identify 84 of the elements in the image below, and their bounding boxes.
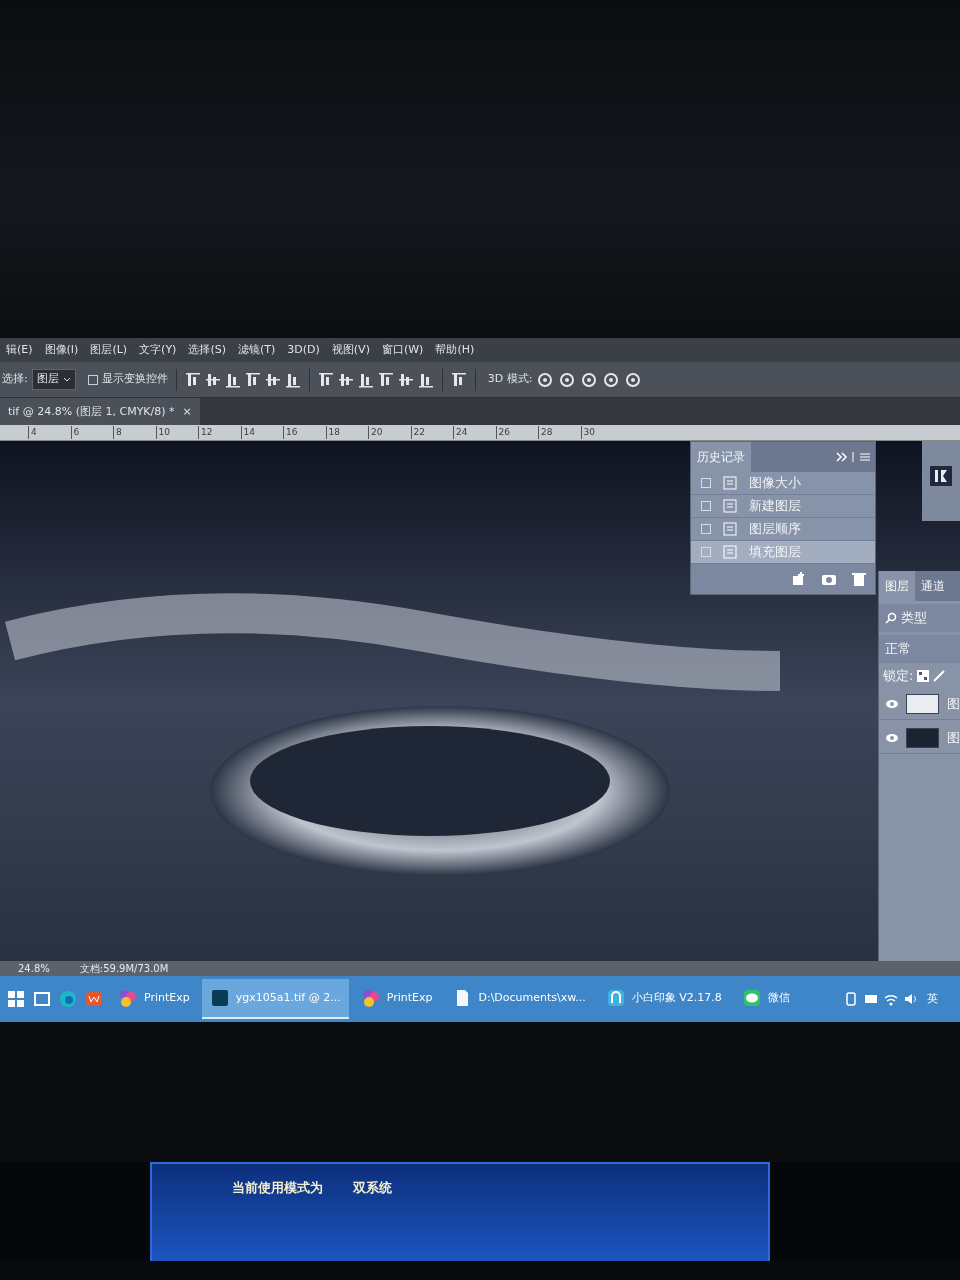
zoom-level: 24.8%: [18, 962, 50, 976]
close-icon[interactable]: ×: [182, 398, 192, 425]
ruler-label: 18: [325, 426, 340, 439]
taskbar-button[interactable]: 微信: [733, 979, 798, 1019]
menu-item[interactable]: 图层(L): [84, 338, 134, 362]
document-icon: [723, 522, 737, 536]
ruler-label: 4: [28, 426, 37, 439]
lock-pixels-icon[interactable]: [917, 669, 930, 682]
document-tab[interactable]: tif @ 24.8% (图层 1, CMYK/8) * ×: [0, 398, 200, 425]
align-icon[interactable]: [244, 371, 261, 388]
layer-dropdown[interactable]: 图层: [31, 369, 76, 390]
ruler-label: 12: [198, 426, 213, 439]
align-icon[interactable]: [204, 371, 221, 388]
menu-item[interactable]: 滤镜(T): [232, 338, 282, 362]
taskbar-button[interactable]: D:\Documents\xw...: [444, 979, 594, 1019]
menu-item[interactable]: 文字(Y): [133, 338, 183, 362]
caret-icon: [62, 376, 71, 383]
ruler-label: 6: [70, 426, 80, 439]
taskbar-button[interactable]: PrintExp: [110, 979, 198, 1019]
ruler-label: 8: [113, 426, 122, 439]
ruler-label: 28: [538, 426, 553, 439]
lock-label: 锁定:: [883, 667, 914, 685]
mode-value: 双系统: [353, 1179, 392, 1197]
eye-icon[interactable]: [885, 699, 899, 709]
ruler-label: 30: [580, 426, 595, 439]
ruler-label: 24: [453, 426, 468, 439]
input-language[interactable]: 英: [927, 990, 938, 1008]
ruler-label: 26: [495, 426, 510, 439]
ruler-label: 22: [410, 426, 425, 439]
chat-icon: [741, 988, 762, 1008]
blend-mode-dropdown[interactable]: 正常: [879, 635, 960, 663]
menu-item[interactable]: 选择(S): [182, 338, 232, 362]
colored-circles-icon: [360, 988, 381, 1008]
filter-dropdown[interactable]: 类型: [879, 604, 960, 632]
taskbar-button[interactable]: ygx105a1.tif @ 2...: [201, 979, 349, 1019]
new-snapshot-icon[interactable]: [791, 571, 807, 587]
history-item[interactable]: 图像大小: [691, 472, 875, 495]
menu-item[interactable]: 图像(I): [38, 338, 85, 362]
align-icon[interactable]: [417, 371, 434, 388]
align-icon[interactable]: [357, 371, 374, 388]
document-size: 文档:59.9M/73.0M: [79, 962, 169, 976]
menu-item[interactable]: 3D(D): [281, 338, 326, 362]
app-icon: [605, 988, 626, 1008]
layer-row[interactable]: 图: [879, 723, 960, 754]
mode-label: 3D 模式:: [487, 371, 533, 388]
eye-icon[interactable]: [885, 733, 899, 743]
ruler-label: 20: [368, 426, 383, 439]
usb-icon[interactable]: [843, 991, 859, 1007]
menu-item[interactable]: 辑(E): [0, 338, 39, 362]
checkbox-label: 显示变换控件: [101, 371, 168, 388]
align-icon[interactable]: [284, 371, 301, 388]
menu-item[interactable]: 视图(V): [325, 338, 376, 362]
taskbar-button[interactable]: PrintExp: [352, 979, 441, 1019]
checkbox[interactable]: [87, 374, 98, 385]
history-item[interactable]: 新建图层: [691, 495, 875, 518]
document-title: tif @ 24.8% (图层 1, CMYK/8) *: [8, 404, 175, 420]
align-icon[interactable]: [184, 371, 201, 388]
search-icon: [885, 612, 897, 624]
menu-item[interactable]: 帮助(H): [429, 338, 481, 362]
document-icon: [723, 499, 737, 513]
colored-circles-icon: [118, 988, 138, 1008]
menu-item[interactable]: 窗口(W): [375, 338, 430, 362]
volume-icon[interactable]: [903, 991, 919, 1007]
panel-tab[interactable]: 图层: [879, 571, 915, 601]
align-icon[interactable]: [397, 371, 414, 388]
history-item[interactable]: 填充图层: [691, 541, 875, 564]
mode-label: 当前使用模式为: [232, 1179, 323, 1197]
ruler-label: 10: [155, 426, 170, 439]
align-icon[interactable]: [264, 371, 281, 388]
document-icon: [723, 545, 737, 559]
taskbar-button[interactable]: 小白印象 V2.17.8: [597, 979, 730, 1019]
align-icon[interactable]: [317, 371, 334, 388]
align-icon[interactable]: [450, 371, 467, 388]
align-icon[interactable]: [377, 371, 394, 388]
align-icon[interactable]: [224, 371, 241, 388]
panel-tab[interactable]: 通道: [915, 571, 951, 601]
panel-tab[interactable]: 历史记录: [691, 442, 751, 472]
document-icon: [723, 476, 737, 490]
tool-label: 选择:: [2, 371, 28, 388]
layer-row[interactable]: 图: [879, 689, 960, 720]
align-icon[interactable]: [337, 371, 354, 388]
ruler-label: 16: [283, 426, 298, 439]
ruler-label: 14: [240, 426, 255, 439]
trash-icon[interactable]: [851, 571, 867, 587]
